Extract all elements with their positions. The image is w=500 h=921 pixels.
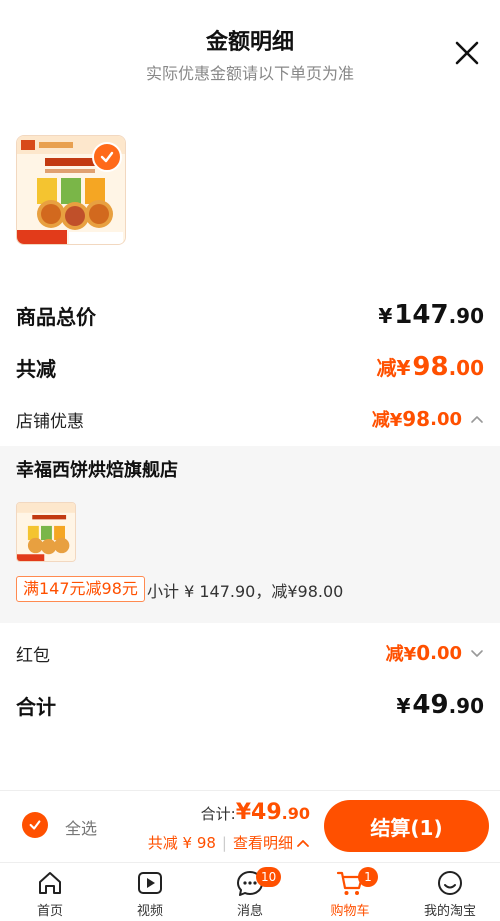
footer-total: 合计: ¥49.90 (201, 800, 310, 825)
header: 金额明细 实际优惠金额请以下单页为准 (0, 0, 500, 100)
video-icon (138, 872, 162, 894)
total-discount-row: 共减 减¥98.00 (16, 352, 484, 382)
sum-value: ¥49.90 (396, 690, 484, 720)
tab-label: 首页 (36, 904, 63, 919)
select-all-label[interactable]: 全选 (65, 815, 97, 839)
message-count-badge: 10 (256, 867, 282, 887)
profile-icon (438, 871, 462, 895)
red-packet-label: 红包 (16, 645, 50, 666)
checkout-button[interactable]: 结算(1) (324, 800, 489, 852)
goods-total-label: 商品总价 (16, 304, 96, 329)
footer-separator: | (221, 833, 227, 852)
home-icon (39, 872, 61, 894)
sum-label: 合计 (16, 694, 56, 719)
promo-tag: 满147元减98元 (16, 576, 145, 602)
bottom-tab-bar: 首页 视频 消息 10 购物车 1 我的淘宝 (0, 862, 500, 921)
tab-video[interactable]: 视频 (100, 863, 200, 921)
page-title: 金额明细 (205, 30, 294, 55)
chevron-up-icon[interactable] (296, 838, 310, 848)
page-subtitle: 实际优惠金额请以下单页为准 (145, 64, 354, 83)
store-discount-row[interactable]: 店铺优惠 减¥ 98.00 (16, 406, 484, 432)
footer-total-label: 合计: (200, 805, 236, 823)
store-discount-value: 减¥ 98.00 (372, 406, 484, 432)
goods-total-row: 商品总价 ¥147.90 (16, 300, 484, 330)
view-detail-link[interactable]: 查看明细 (233, 832, 293, 853)
store-subtotal: 小计 ¥ 147.90，减¥98.00 (147, 582, 344, 601)
total-discount-label: 共减 (16, 356, 56, 381)
tab-messages[interactable]: 消息 10 (200, 863, 300, 921)
sum-row: 合计 ¥49.90 (16, 690, 484, 720)
red-packet-value: 减¥ 0.00 (386, 640, 484, 666)
store-discount-label: 店铺优惠 (16, 411, 84, 432)
tab-label: 我的淘宝 (423, 904, 476, 919)
tab-home[interactable]: 首页 (0, 863, 100, 921)
tab-cart[interactable]: 购物车 1 (300, 863, 400, 921)
tab-my-taobao[interactable]: 我的淘宝 (400, 863, 500, 921)
tab-label: 视频 (136, 904, 163, 919)
tab-label: 购物车 (330, 904, 370, 919)
store-product-image[interactable] (16, 502, 76, 562)
product-selected-check-icon[interactable] (92, 142, 122, 172)
chevron-up-icon[interactable] (470, 414, 484, 424)
cart-count-badge: 1 (358, 867, 378, 887)
footer-discount-text: 共减 ¥ 98 (147, 834, 216, 852)
store-name[interactable]: 幸福西饼烘焙旗舰店 (16, 456, 178, 482)
pizza-product-illustration-small (17, 503, 75, 561)
chevron-down-icon[interactable] (470, 648, 484, 658)
red-packet-row[interactable]: 红包 减¥ 0.00 (16, 640, 484, 666)
goods-total-value: ¥147.90 (378, 300, 484, 330)
total-discount-value: 减¥98.00 (376, 352, 484, 382)
tab-label: 消息 (236, 904, 263, 919)
select-all-check-icon[interactable] (22, 812, 48, 838)
footer-discount-detail[interactable]: 共减 ¥ 98 | 查看明细 (148, 832, 310, 853)
footer-total-amount: ¥49.90 (235, 800, 310, 825)
close-icon[interactable] (452, 38, 482, 68)
